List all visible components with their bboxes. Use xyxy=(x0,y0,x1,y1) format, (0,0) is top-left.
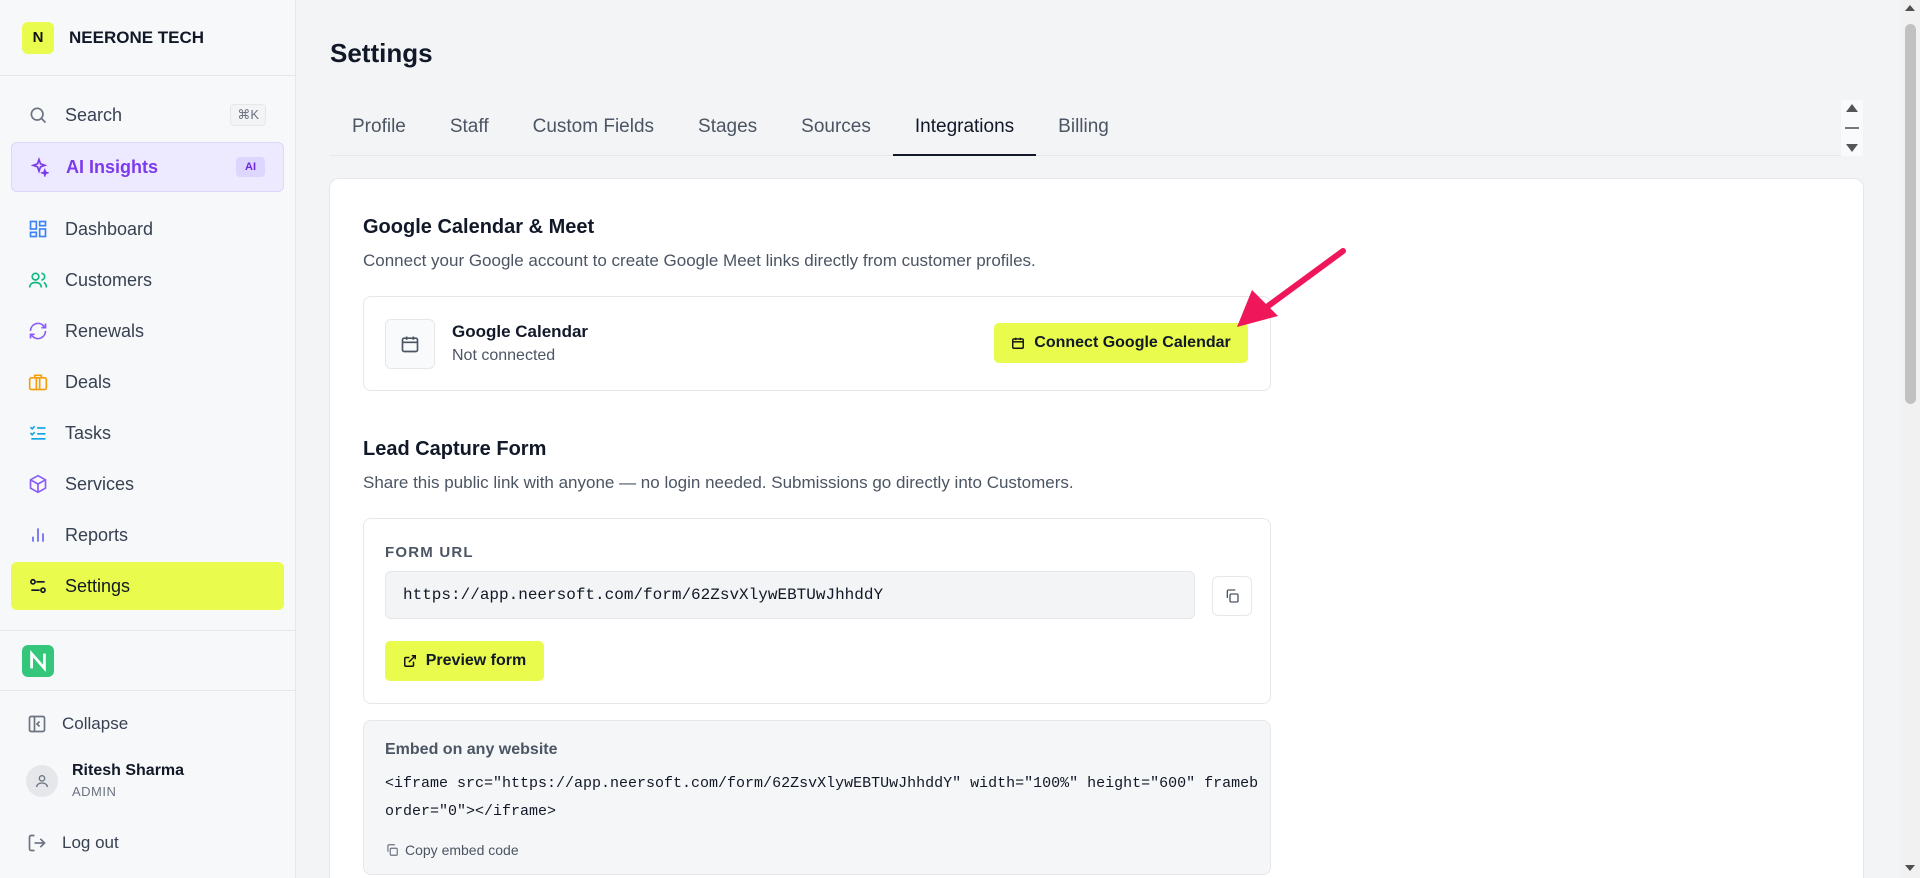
settings-tabs: Profile Staff Custom Fields Stages Sourc… xyxy=(330,104,1860,156)
collapse-icon xyxy=(28,715,46,733)
search-icon xyxy=(27,104,49,126)
scroll-divider-icon xyxy=(1845,127,1859,129)
settings-icon xyxy=(27,575,49,597)
sidebar-item-label: Dashboard xyxy=(65,218,154,239)
sidebar-item-label: Settings xyxy=(65,575,131,596)
sidebar-item-renewals[interactable]: Renewals xyxy=(11,307,284,355)
page-scrollbar[interactable] xyxy=(1900,0,1920,878)
sidebar-item-settings[interactable]: Settings xyxy=(11,562,284,610)
tab-staff[interactable]: Staff xyxy=(428,104,511,156)
external-link-icon xyxy=(403,655,416,667)
embed-code[interactable]: <iframe src="https://app.neersoft.com/fo… xyxy=(385,770,1265,826)
tab-sources[interactable]: Sources xyxy=(779,104,893,156)
sidebar-item-label: Tasks xyxy=(65,422,112,443)
brand-name: NEERONE TECH xyxy=(69,27,205,47)
preview-form-button[interactable]: Preview form xyxy=(385,641,544,681)
copy-icon xyxy=(1226,589,1239,603)
copy-url-button[interactable] xyxy=(1212,576,1252,616)
copy-icon xyxy=(387,844,398,856)
user-role: ADMIN xyxy=(72,784,117,799)
integration-name: Google Calendar xyxy=(452,322,589,341)
copy-embed-label: Copy embed code xyxy=(405,842,519,858)
brand: N NEERONE TECH xyxy=(0,0,295,76)
sidebar-divider xyxy=(0,690,296,691)
logout-icon xyxy=(28,834,46,852)
main-content: Settings Profile Staff Custom Fields Sta… xyxy=(297,0,1900,878)
dashboard-icon xyxy=(27,218,49,240)
preview-button-label: Preview form xyxy=(425,652,527,669)
form-url-label: FORM URL xyxy=(385,544,474,561)
sidebar-item-label: Renewals xyxy=(65,320,145,341)
form-url-field[interactable] xyxy=(385,571,1195,619)
sidebar-item-label: Reports xyxy=(65,524,129,545)
sidebar-item-label: Deals xyxy=(65,371,112,392)
list-checks-icon xyxy=(27,422,49,444)
sidebar-item-deals[interactable]: Deals xyxy=(11,358,284,406)
tab-profile[interactable]: Profile xyxy=(330,104,428,156)
tab-custom-fields[interactable]: Custom Fields xyxy=(511,104,676,156)
scroll-thumb[interactable] xyxy=(1905,24,1916,404)
logout-button[interactable]: Log out xyxy=(27,833,119,853)
user-name: Ritesh Sharma xyxy=(72,762,185,779)
calendar-icon xyxy=(1012,337,1025,349)
sidebar: N NEERONE TECH Search ⌘K AI Insights AI … xyxy=(0,0,296,878)
form-url-panel: FORM URL Preview form xyxy=(363,518,1271,704)
scroll-down-icon[interactable] xyxy=(1845,143,1859,153)
sidebar-search-label: Search xyxy=(65,104,123,125)
app-logo[interactable] xyxy=(22,645,54,677)
sparkles-icon xyxy=(28,156,50,178)
sidebar-item-tasks[interactable]: Tasks xyxy=(11,409,284,457)
google-calendar-description: Connect your Google account to create Go… xyxy=(363,251,1036,270)
sidebar-item-reports[interactable]: Reports xyxy=(11,511,284,559)
sidebar-divider xyxy=(0,630,296,631)
google-calendar-title: Google Calendar & Meet xyxy=(363,216,595,238)
tab-stages[interactable]: Stages xyxy=(676,104,779,156)
sidebar-item-dashboard[interactable]: Dashboard xyxy=(11,205,284,253)
embed-title: Embed on any website xyxy=(385,741,558,758)
connect-google-calendar-button[interactable]: Connect Google Calendar xyxy=(994,323,1248,363)
sidebar-item-services[interactable]: Services xyxy=(11,460,284,508)
tab-integrations[interactable]: Integrations xyxy=(892,104,1037,156)
refresh-icon xyxy=(27,320,49,342)
user-icon xyxy=(36,774,48,787)
sidebar-search[interactable]: Search ⌘K xyxy=(11,91,284,139)
collapse-button[interactable]: Collapse xyxy=(27,714,128,734)
package-icon xyxy=(27,473,49,495)
user-profile[interactable]: Ritesh Sharma ADMIN xyxy=(26,762,184,799)
users-icon xyxy=(27,269,49,291)
integrations-card: Google Calendar & Meet Connect your Goog… xyxy=(329,178,1864,878)
connect-button-label: Connect Google Calendar xyxy=(1034,334,1231,351)
sidebar-nav: Search ⌘K AI Insights AI Dashboard Custo… xyxy=(0,76,295,623)
briefcase-icon xyxy=(27,371,49,393)
sidebar-item-customers[interactable]: Customers xyxy=(11,256,284,304)
sidebar-item-label: Services xyxy=(65,473,135,494)
annotation-arrow-icon xyxy=(1237,248,1346,327)
brand-logo[interactable]: N xyxy=(22,21,54,54)
avatar xyxy=(26,764,58,797)
sidebar-item-label: Customers xyxy=(65,269,153,290)
lead-capture-description: Share this public link with anyone — no … xyxy=(363,473,1074,492)
lead-capture-title: Lead Capture Form xyxy=(363,438,547,460)
ai-badge: AI xyxy=(236,157,265,177)
google-calendar-integration: Google Calendar Not connected Connect Go… xyxy=(363,296,1271,391)
page-title: Settings xyxy=(330,38,433,68)
collapse-label: Collapse xyxy=(62,714,129,733)
integration-status: Not connected xyxy=(452,347,556,364)
bar-chart-icon xyxy=(27,524,49,546)
scroll-up-icon[interactable] xyxy=(1845,103,1859,113)
copy-embed-code-button[interactable]: Copy embed code xyxy=(385,842,519,858)
logout-label: Log out xyxy=(62,833,119,852)
tabs-scroller[interactable] xyxy=(1841,100,1863,156)
tab-billing[interactable]: Billing xyxy=(1036,104,1131,156)
search-shortcut: ⌘K xyxy=(230,104,266,126)
embed-panel: Embed on any website <iframe src="https:… xyxy=(363,720,1271,875)
calendar-icon xyxy=(385,319,435,369)
scroll-down-arrow-icon[interactable] xyxy=(1904,864,1916,872)
sidebar-item-ai-insights[interactable]: AI Insights AI xyxy=(11,142,284,192)
scroll-up-arrow-icon[interactable] xyxy=(1904,4,1916,12)
sidebar-item-label: AI Insights xyxy=(66,156,159,177)
